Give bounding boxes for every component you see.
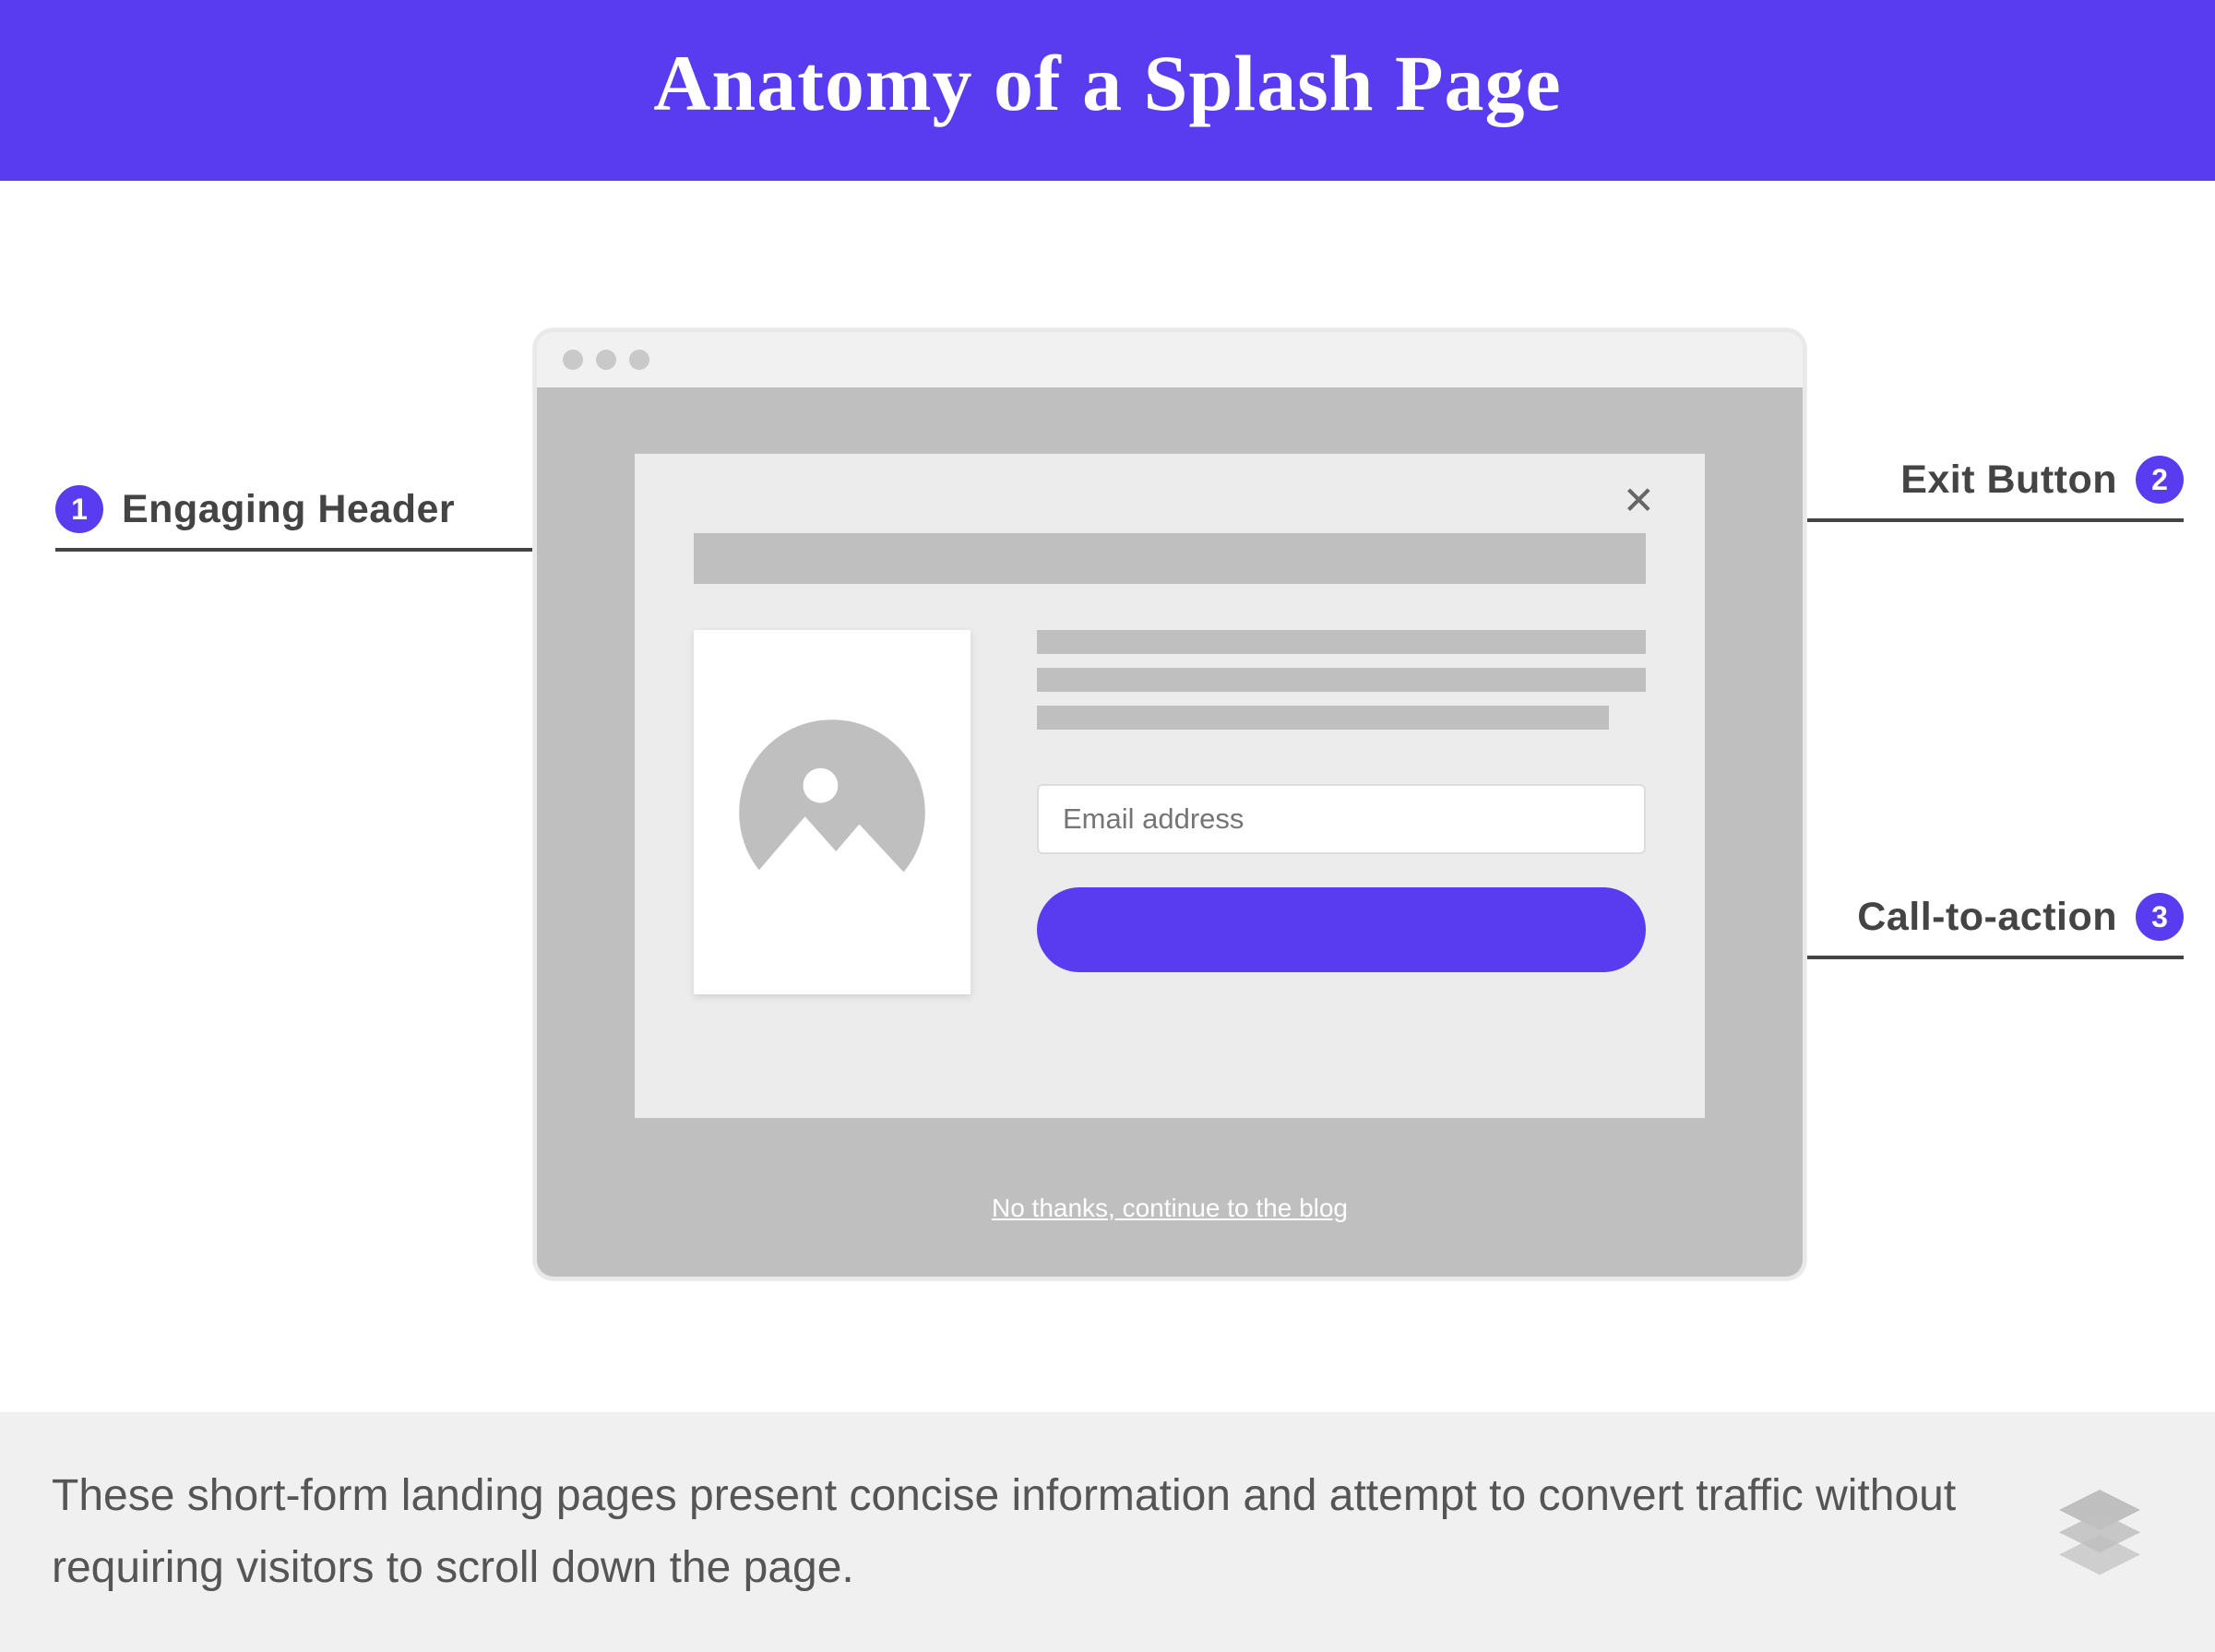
image-placeholder-card	[694, 630, 971, 994]
callout-label-2: Exit Button	[1900, 458, 2117, 503]
browser-topbar	[537, 332, 1803, 387]
callout-number-3: 3	[2136, 893, 2184, 941]
close-icon[interactable]: ✕	[1623, 481, 1655, 520]
text-line-placeholder	[1037, 630, 1646, 654]
splash-header-placeholder	[694, 533, 1646, 584]
callout-exit-button: 2 Exit Button	[1900, 456, 2184, 504]
email-field[interactable]	[1037, 784, 1646, 854]
text-line-placeholder	[1037, 668, 1646, 692]
image-placeholder-icon	[735, 716, 929, 909]
footer-text: These short-form landing pages present c…	[52, 1460, 2012, 1604]
layers-icon	[2049, 1480, 2150, 1586]
footer: These short-form landing pages present c…	[0, 1412, 2215, 1652]
skip-link[interactable]: No thanks, continue to the blog	[537, 1194, 1803, 1223]
window-dot-icon	[596, 350, 616, 370]
cta-button[interactable]	[1037, 887, 1646, 972]
window-dot-icon	[563, 350, 583, 370]
splash-modal: ✕	[635, 454, 1705, 1118]
window-dot-icon	[629, 350, 649, 370]
callout-cta: 3 Call-to-action	[1857, 893, 2184, 941]
diagram-canvas: 1 Engaging Header 2 Exit Button 3 Call-t…	[0, 181, 2215, 1417]
splash-text-column	[1037, 630, 1646, 994]
page-title: Anatomy of a Splash Page	[0, 0, 2215, 181]
callout-label-1: Engaging Header	[122, 487, 455, 532]
browser-body: ✕	[537, 387, 1803, 1277]
callout-number-2: 2	[2136, 456, 2184, 504]
callout-engaging-header: 1 Engaging Header	[55, 485, 455, 533]
browser-window: ✕	[533, 328, 1806, 1280]
text-line-placeholder	[1037, 706, 1609, 730]
callout-label-3: Call-to-action	[1857, 895, 2117, 940]
callout-number-1: 1	[55, 485, 103, 533]
